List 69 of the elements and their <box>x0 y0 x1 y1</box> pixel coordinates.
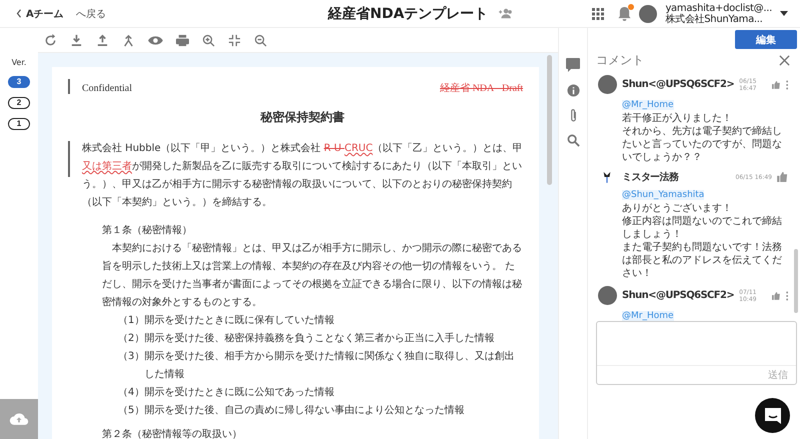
more-menu-icon[interactable] <box>786 80 788 90</box>
item-number: （4） <box>118 386 144 400</box>
search-icon[interactable] <box>566 134 580 147</box>
add-people-icon[interactable] <box>498 8 514 19</box>
scrollbar[interactable] <box>547 55 552 185</box>
eye-icon[interactable] <box>148 34 163 46</box>
scrollbar[interactable] <box>794 249 798 313</box>
header-text: Confidential <box>82 82 133 94</box>
chat-icon <box>762 406 782 426</box>
article-paragraph: 本契約における「秘密情報」とは、甲又は乙が相手方に開示し、かつ開示の際に秘密である旨を明示した技術上又は営業上の情報、本契約の存在及び内容その他一切の情報をいう。 ただし、開示を受けた当事者が書面によってその根拠を立証できる場合に限り、以下の情報は秘密情報の対象外とするものとする。 <box>102 242 523 310</box>
item-number: （5） <box>118 404 144 418</box>
caret-icon[interactable] <box>780 11 788 16</box>
paperclip-icon[interactable] <box>568 108 578 123</box>
thumbs-up-icon[interactable] <box>777 172 788 182</box>
download-icon[interactable] <box>70 34 83 46</box>
chat-launcher-button[interactable] <box>755 398 790 433</box>
version-tab[interactable]: 3 <box>8 76 30 88</box>
user-avatar[interactable] <box>639 4 658 22</box>
user-email: yamashita+doclist@... <box>665 2 772 14</box>
version-tab[interactable]: 1 <box>8 118 30 130</box>
item-number: （1） <box>118 314 144 328</box>
intro-paragraph: 株式会社 Hubble（以下「甲」という。）と株式会社 R U CRUC（以下「乙」という。）とは、甲 又は第三者が開発した新製品を乙に販売する取引について検討するにあたり（以下「本取引」という。）、甲又は乙が相手方に開示する秘密情報の取扱いについて、以下のとおりの秘密保持契約（以下「本契約」という。）を締結する。 <box>82 142 523 210</box>
item-text: 開示を受けたときに既に公知であった情報 <box>144 386 336 400</box>
more-menu-icon[interactable] <box>786 290 788 300</box>
comment-author: Shun<@UPSQ6SCF2> <box>622 290 734 301</box>
mention-link[interactable]: @Mr_Home <box>622 311 674 321</box>
cloud-upload-icon <box>9 412 29 426</box>
item-number: （3） <box>118 350 144 364</box>
info-icon[interactable] <box>566 84 580 97</box>
close-icon[interactable] <box>779 54 790 66</box>
zoom-out-icon[interactable] <box>254 34 267 46</box>
bell-icon[interactable] <box>618 6 632 21</box>
article-heading: 第１条（秘密情報） <box>102 224 193 238</box>
chevron-left-icon <box>16 9 22 18</box>
item-text: 開示を受けたときに既に保有していた情報 <box>144 314 336 328</box>
comment-icon[interactable] <box>565 57 581 73</box>
item-text: 開示を受けた後、相手方から開示を受けた情報に関係なく独自に取得し、又は創出した情報 <box>144 350 516 382</box>
article-heading: 第２条（秘密情報等の取扱い） <box>102 428 243 439</box>
upload-icon[interactable] <box>96 34 109 46</box>
version-tab[interactable]: 2 <box>8 97 30 109</box>
upload-button[interactable] <box>0 399 38 439</box>
item-text: 開示を受けた後、自己の責めに帰し得ない事由により公知となった情報 <box>144 404 466 418</box>
user-company: 株式会社ShunYama... <box>665 14 764 24</box>
comments-title: コメント <box>596 52 644 68</box>
comment-text: それから、先方は電子契約で締結したいと言っていたのですが、問題ないでしょうか？？ <box>622 125 783 164</box>
comment-author: ミスター法務 <box>622 170 680 184</box>
thumbs-up-icon[interactable] <box>772 80 781 90</box>
fit-screen-icon[interactable] <box>228 34 241 46</box>
contract-title: 秘密保持契約書 <box>259 109 346 126</box>
comment-author: Shun<@UPSQ6SCF2> <box>622 79 734 90</box>
mention-link[interactable]: @Mr_Home <box>622 100 674 110</box>
thumbs-up-icon[interactable] <box>772 290 781 300</box>
apps-grid-icon[interactable] <box>592 8 604 20</box>
version-label: Ver. <box>12 58 26 67</box>
item-text: 開示を受けた後、秘密保持義務を負うことなく第三者から正当に入手した情報 <box>144 332 496 346</box>
comment-text: 若干修正が入りました！ <box>622 112 733 125</box>
print-icon[interactable] <box>176 34 189 46</box>
comment-text: 修正内容は問題ないのでこれで締結しましょう！ <box>622 215 783 241</box>
merge-arrow-icon[interactable] <box>122 34 135 46</box>
comment-text: また電子契約も問題ないです！法務は部長と私のアドレスを伝えてください！ <box>622 241 783 280</box>
comment-text: ありがとうございます！ <box>622 202 733 215</box>
mention-link[interactable]: @Shun_Yamashita <box>622 190 704 200</box>
item-number: （2） <box>118 332 144 346</box>
document-title: 経産省NDAテンプレート <box>328 4 488 22</box>
zoom-in-icon[interactable] <box>202 34 215 46</box>
draft-label: 経産省 NDA - Draft <box>440 82 523 95</box>
refresh-icon[interactable] <box>44 34 57 46</box>
edit-button[interactable]: 編集 <box>735 30 797 49</box>
back-link[interactable]: Aチーム へ戻る <box>16 6 266 20</box>
